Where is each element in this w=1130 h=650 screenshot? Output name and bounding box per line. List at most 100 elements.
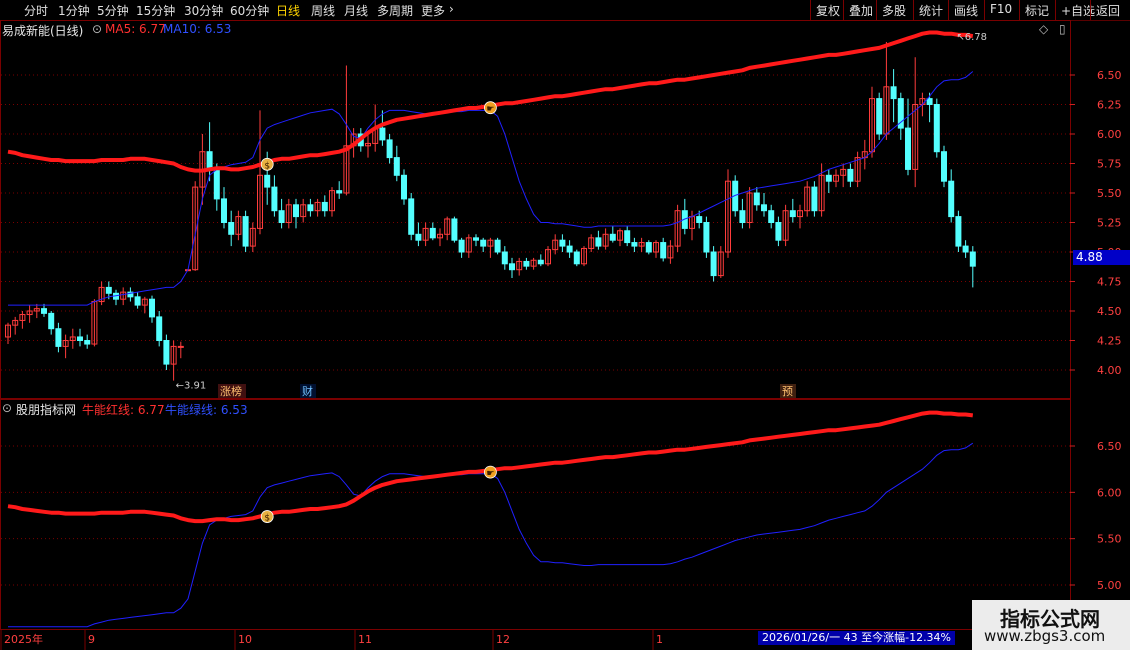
candle-body xyxy=(307,204,314,212)
candle-body xyxy=(55,328,62,347)
candle-body xyxy=(941,151,947,182)
time-axis-label: 2025年 xyxy=(4,632,43,646)
main-tick-label: 5.75 xyxy=(1097,158,1122,171)
candle-body xyxy=(789,210,796,218)
event-tag: 预 xyxy=(782,385,793,398)
time-axis-label: 10 xyxy=(238,633,252,646)
sub-tick-label: 5.00 xyxy=(1097,579,1122,592)
signal-bag-glyph: $ xyxy=(264,161,270,171)
candle-body xyxy=(811,186,818,212)
watermark: 指标公式网 www.zbgs3.com xyxy=(972,600,1130,650)
time-axis-label: 12 xyxy=(496,633,510,646)
candle-body xyxy=(480,239,487,247)
ma10-label: MA10: 6.53 xyxy=(163,22,232,36)
main-tick-label: 4.50 xyxy=(1097,305,1122,318)
watermark-url: www.zbgs3.com xyxy=(984,627,1106,645)
candle-body xyxy=(501,251,508,265)
candle-body xyxy=(933,104,940,153)
candle-body xyxy=(537,259,544,265)
main-tick-label: 6.25 xyxy=(1097,99,1122,112)
candle-body xyxy=(321,201,328,212)
time-axis-label: 11 xyxy=(358,633,372,646)
candle-body xyxy=(710,251,717,277)
candle-body xyxy=(163,340,170,365)
main-tick-label: 4.00 xyxy=(1097,364,1122,377)
main-tick-label: 4.25 xyxy=(1097,335,1122,348)
candle-body xyxy=(847,168,854,182)
candle-body xyxy=(386,139,393,159)
candle-body xyxy=(969,251,976,267)
candle-body xyxy=(645,242,652,253)
blue-line-label: 牛能绿线: 6.53 xyxy=(165,403,248,417)
candle-body xyxy=(753,192,760,206)
candle-body xyxy=(134,296,141,306)
candle-body xyxy=(739,210,746,223)
candle-body xyxy=(703,222,710,253)
main-tick-label: 6.00 xyxy=(1097,128,1122,141)
candle-body xyxy=(408,198,415,235)
candle-body xyxy=(401,174,407,200)
diamond-icon[interactable]: ◇ xyxy=(1039,22,1048,36)
candle-body xyxy=(41,308,47,314)
signal-hand-glyph: ☛ xyxy=(486,105,494,115)
red-line-label: 牛能红线: 6.77 xyxy=(82,403,165,417)
candle-body xyxy=(573,251,580,265)
candle-body xyxy=(271,186,278,212)
candle-body xyxy=(293,204,299,218)
candle-body xyxy=(221,198,227,223)
candle-body xyxy=(876,98,883,135)
sub-tick-label: 6.00 xyxy=(1097,486,1122,499)
candle-body xyxy=(415,233,422,241)
main-tick-label: 6.50 xyxy=(1097,69,1122,82)
time-axis-label: 9 xyxy=(88,633,95,646)
candle-body xyxy=(926,98,933,105)
indicator-menu-icon[interactable]: ⊙ xyxy=(2,401,12,415)
time-axis-label: 1 xyxy=(656,633,663,646)
window-icon[interactable]: ▯ xyxy=(1059,22,1066,36)
candle-body xyxy=(595,237,602,247)
stock-title: 易成新能(日线) xyxy=(2,24,84,38)
candle-body xyxy=(379,127,386,141)
candle-body xyxy=(559,239,566,247)
candle-body xyxy=(955,216,962,247)
main-tick-label: 5.25 xyxy=(1097,217,1122,230)
candle-body xyxy=(206,151,213,170)
candle-body xyxy=(566,245,573,253)
candle-body xyxy=(761,204,767,212)
candle-body xyxy=(660,242,667,259)
candle-body xyxy=(451,218,458,241)
candle-body xyxy=(177,345,184,348)
last-price-badge: 4.88 xyxy=(1073,250,1130,265)
event-tag: 财 xyxy=(302,384,313,398)
sub-tick-label: 5.50 xyxy=(1097,533,1122,546)
candlestick-chart[interactable]: 4.00 4.25 4.50 4.75 5.00 5.25 5.50 5.75 6.00 6.25… xyxy=(0,0,1130,650)
candle-body xyxy=(696,216,703,224)
signal-bag-glyph: $ xyxy=(264,514,270,524)
candle-body xyxy=(242,216,249,247)
candle-body xyxy=(278,210,285,223)
candle-body xyxy=(429,227,436,239)
candle-body xyxy=(264,174,271,188)
candle-body xyxy=(105,286,112,294)
candle-body xyxy=(84,340,91,345)
candle-body xyxy=(48,312,55,330)
main-tick-label: 4.75 xyxy=(1097,276,1122,289)
signal-hand-glyph: ☛ xyxy=(486,469,494,479)
candle-body xyxy=(458,239,465,253)
low-annotation: ←3.91 xyxy=(176,381,207,392)
candle-body xyxy=(905,127,911,170)
main-panel-frame xyxy=(0,20,1071,399)
candle-body xyxy=(336,190,343,194)
candle-body xyxy=(228,222,235,235)
candle-body xyxy=(494,239,501,253)
event-tag: 涨榜 xyxy=(220,384,242,398)
high-annotation: ↖6.78 xyxy=(956,32,987,43)
indicator-title: 股朋指标网 xyxy=(16,403,77,417)
candle-body xyxy=(624,230,631,244)
ma5-label: MA5: 6.77 xyxy=(105,22,166,36)
candle-body xyxy=(825,174,832,182)
candle-body xyxy=(213,168,220,200)
chevron-down-icon[interactable]: ⊙ xyxy=(92,22,102,36)
candle-body xyxy=(775,222,782,241)
date-info-bar: 2026/01/26/一 43 至今涨幅-12.34% xyxy=(758,631,956,645)
